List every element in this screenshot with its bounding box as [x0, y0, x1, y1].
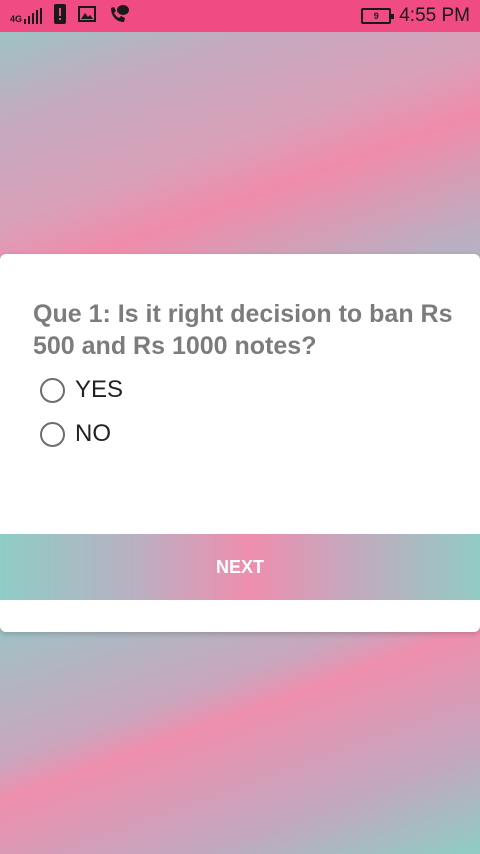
quiz-card: Que 1: Is it right decision to ban Rs 50…: [0, 254, 480, 632]
radio-button-no[interactable]: [40, 421, 65, 447]
option-yes[interactable]: YES: [40, 376, 123, 404]
option-no-label: NO: [75, 420, 111, 447]
option-yes-label: YES: [75, 376, 124, 403]
next-button[interactable]: NEXT: [0, 534, 480, 600]
status-icons-right: 9 4:55 PM: [361, 4, 470, 28]
alert-notification-icon: [54, 3, 67, 29]
option-no[interactable]: NO: [40, 420, 111, 448]
battery-icon: 9: [361, 8, 395, 24]
network-indicator: 4G: [10, 8, 43, 24]
status-time: 4:55 PM: [399, 5, 470, 26]
status-icons-left: 4G: [10, 3, 130, 29]
status-bar: 4G 9 4:55 PM: [0, 0, 480, 32]
image-notification-icon: [78, 5, 97, 27]
battery-level: 9: [373, 11, 379, 21]
signal-strength-icon: [24, 8, 43, 24]
radio-button-yes[interactable]: [40, 377, 65, 403]
missed-call-notification-icon: [108, 4, 130, 28]
question-text: Que 1: Is it right decision to ban Rs 50…: [33, 300, 453, 360]
network-type-label: 4G: [10, 14, 23, 24]
